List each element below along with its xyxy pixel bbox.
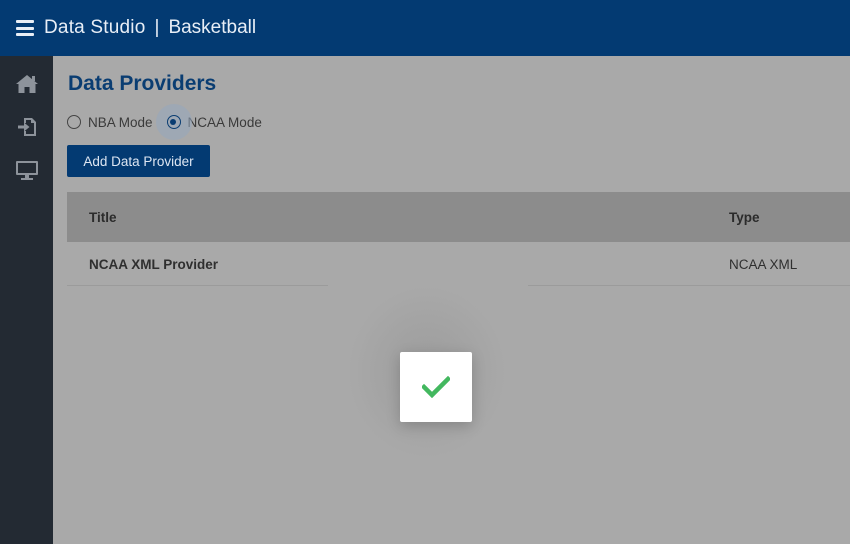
home-icon <box>15 74 38 93</box>
nba-mode-radio[interactable]: NBA Mode <box>67 115 153 130</box>
page-title: Data Providers <box>68 72 217 95</box>
column-header-type[interactable]: Type <box>729 210 760 225</box>
provider-type-cell: NCAA XML <box>729 256 798 272</box>
sidebar-item-display[interactable] <box>0 148 53 191</box>
section-title: Basketball <box>168 17 257 38</box>
ncaa-mode-radio[interactable]: NCAA Mode <box>155 104 262 140</box>
checkmark-icon <box>422 376 450 398</box>
top-app-bar: Data Studio | Basketball <box>0 0 850 56</box>
sign-in-icon <box>17 117 36 136</box>
sidebar-item-home[interactable] <box>0 62 53 105</box>
row-divider <box>67 285 328 286</box>
sidebar <box>0 56 53 544</box>
row-divider <box>528 285 850 286</box>
provider-title-cell: NCAA XML Provider <box>89 256 219 272</box>
table-row[interactable]: NCAA XML Provider NCAA XML <box>67 242 850 286</box>
title-separator: | <box>154 17 160 38</box>
providers-table: Title Type NCAA XML Provider NCAA XML <box>67 192 850 286</box>
add-data-provider-button[interactable]: Add Data Provider <box>67 145 210 177</box>
hamburger-menu-icon[interactable] <box>16 20 34 36</box>
ncaa-mode-label: NCAA Mode <box>187 114 262 130</box>
table-header: Title Type <box>67 192 850 242</box>
radio-checked-icon <box>166 115 181 129</box>
monitor-icon <box>15 160 38 180</box>
nba-mode-label: NBA Mode <box>88 114 153 130</box>
success-toast <box>400 352 472 422</box>
mode-radio-group: NBA Mode NCAA Mode <box>67 104 268 140</box>
app-title: Data Studio <box>44 17 146 38</box>
sidebar-item-import[interactable] <box>0 105 53 148</box>
column-header-title[interactable]: Title <box>89 210 117 225</box>
radio-unchecked-icon <box>67 115 81 129</box>
